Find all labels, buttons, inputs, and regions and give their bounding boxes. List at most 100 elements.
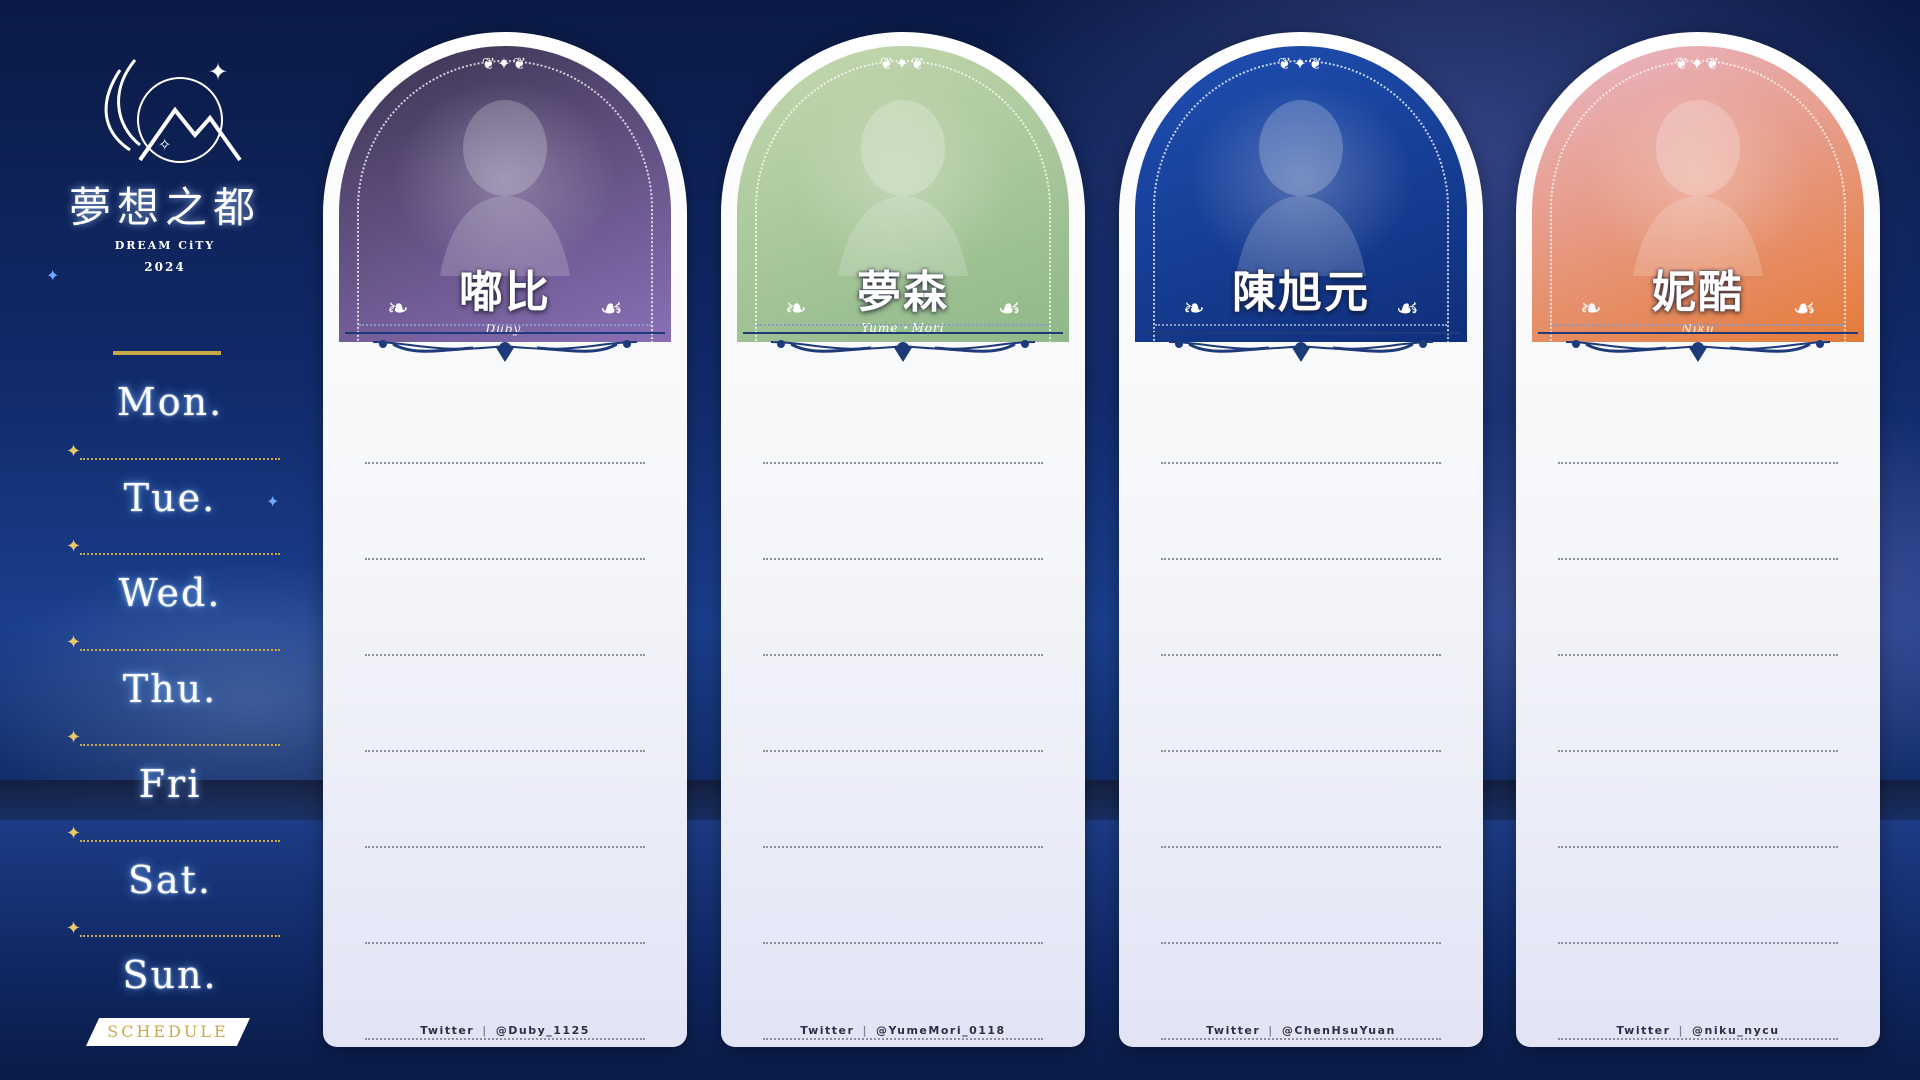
dotted-separator: ✦ xyxy=(66,632,280,653)
talent-portrait: ❦✦❦ ❧ ☙ 嘟比 Duby. xyxy=(339,46,671,342)
dotted-separator: ✦ xyxy=(66,727,280,748)
schedule-row xyxy=(1161,656,1441,752)
twitter-handle[interactable]: @niku_nycu xyxy=(1692,1024,1780,1037)
twitter-separator: | xyxy=(1268,1024,1274,1037)
schedule-row xyxy=(763,464,1043,560)
twitter-label: Twitter xyxy=(1206,1024,1261,1037)
twitter-line: Twitter | @ChenHsuYuan xyxy=(1119,1024,1483,1037)
scroll-ornament-icon xyxy=(770,340,1036,362)
schedule-row xyxy=(1161,848,1441,944)
schedule-rows xyxy=(763,368,1043,1040)
schedule-row xyxy=(1558,560,1838,656)
star-icon: ✦ xyxy=(66,918,82,939)
talent-name: 陳旭元 xyxy=(1232,267,1370,318)
twitter-handle[interactable]: @YumeMori_0118 xyxy=(876,1024,1006,1037)
dotted-divider xyxy=(1155,324,1447,326)
logo-title: 夢想之都 xyxy=(68,183,261,232)
star-icon: ✦ xyxy=(66,631,82,653)
day-label: Tue. xyxy=(123,475,217,520)
twitter-line: Twitter | @YumeMori_0118 xyxy=(721,1024,1085,1037)
star-icon: ✦ xyxy=(66,822,82,844)
twitter-line: Twitter | @Duby_1125 xyxy=(323,1024,687,1037)
talent-portrait: ❦✦❦ ❧ ☙ 妮酷 Niku xyxy=(1532,46,1864,342)
character-silhouette-icon xyxy=(1236,100,1366,276)
twitter-handle[interactable]: @Duby_1125 xyxy=(496,1024,590,1037)
schedule-row xyxy=(1161,560,1441,656)
talent-name: 夢森 xyxy=(857,267,949,318)
tiara-icon: ❦✦❦ xyxy=(1674,54,1722,73)
svg-text:✧: ✧ xyxy=(158,135,171,154)
day-label: Thu. xyxy=(122,666,218,711)
dotted-separator: ✦ xyxy=(66,823,280,844)
schedule-row xyxy=(1558,752,1838,848)
day-row-thu: Thu. ✦ xyxy=(60,655,280,751)
schedule-row xyxy=(365,752,645,848)
twitter-line: Twitter | @niku_nycu xyxy=(1516,1024,1880,1037)
day-label: Sat. xyxy=(127,857,213,902)
divider-line xyxy=(1141,332,1461,334)
schedule-row xyxy=(1558,368,1838,464)
divider-line xyxy=(345,332,665,334)
day-label: Fri xyxy=(138,762,202,806)
talent-name: 妮酷 xyxy=(1652,267,1744,318)
day-label: Mon. xyxy=(116,380,224,424)
tiara-icon: ❦✦❦ xyxy=(1277,54,1325,73)
schedule-row xyxy=(763,368,1043,464)
schedule-badge: SCHEDULE xyxy=(86,1018,250,1046)
schedule-rows xyxy=(1161,368,1441,1040)
day-label: Sun. xyxy=(122,953,218,997)
scroll-ornament-icon xyxy=(1565,340,1831,362)
schedule-row xyxy=(763,560,1043,656)
talent-card: ❦✦❦ ❧ ☙ 陳旭元 Twitter | @ChenHsuYuan xyxy=(1119,32,1483,1047)
dotted-divider xyxy=(757,324,1049,326)
scroll-ornament-icon xyxy=(372,340,638,362)
talent-card: ❦✦❦ ❧ ☙ 嘟比 Duby. Twitter | @Duby_1125 xyxy=(323,32,687,1047)
talent-portrait: ❦✦❦ ❧ ☙ 夢森 Yume・Mori xyxy=(737,46,1069,342)
schedule-rows xyxy=(365,368,645,1040)
star-icon: ✦ xyxy=(66,440,82,462)
schedule-row xyxy=(1161,752,1441,848)
schedule-row xyxy=(763,752,1043,848)
schedule-row xyxy=(365,656,645,752)
day-label: Wed. xyxy=(118,571,222,615)
tiara-icon: ❦✦❦ xyxy=(481,54,529,73)
day-row-fri: Fri ✦ xyxy=(60,750,280,846)
twitter-handle[interactable]: @ChenHsuYuan xyxy=(1282,1024,1396,1037)
mountain-emblem-icon: ✦ ✧ xyxy=(104,58,242,163)
talent-card: ❦✦❦ ❧ ☙ 夢森 Yume・Mori Twitter | @YumeMori_0118 xyxy=(721,32,1085,1047)
day-row-mon: Mon. ✦ xyxy=(60,368,280,464)
schedule-row xyxy=(763,656,1043,752)
schedule-row xyxy=(365,368,645,464)
schedule-row xyxy=(763,848,1043,944)
talent-portrait: ❦✦❦ ❧ ☙ 陳旭元 xyxy=(1135,46,1467,342)
scroll-ornament-icon xyxy=(1168,340,1434,362)
schedule-row xyxy=(1558,464,1838,560)
character-silhouette-icon xyxy=(1633,100,1763,276)
dream-city-logo: ✦ ✧ 夢想之都 DREAM CiTY 2024 xyxy=(55,50,275,310)
schedule-row xyxy=(1161,368,1441,464)
talent-card: ❦✦❦ ❧ ☙ 妮酷 Niku Twitter | @niku_nycu xyxy=(1516,32,1880,1047)
logo-subtitle: DREAM CiTY xyxy=(114,239,216,252)
dotted-divider xyxy=(359,324,651,326)
schedule-row xyxy=(1161,464,1441,560)
tiara-icon: ❦✦❦ xyxy=(879,54,927,73)
divider-line xyxy=(1538,332,1858,334)
twitter-separator: | xyxy=(482,1024,488,1037)
talent-name: 嘟比 xyxy=(459,267,551,318)
dotted-separator: ✦ xyxy=(66,441,280,462)
twitter-label: Twitter xyxy=(420,1024,475,1037)
schedule-row xyxy=(1558,656,1838,752)
dotted-separator: ✦ xyxy=(66,918,280,939)
star-icon: ✦ xyxy=(66,727,82,748)
svg-text:✦: ✦ xyxy=(208,58,228,86)
character-silhouette-icon xyxy=(440,100,570,276)
schedule-rows xyxy=(1558,368,1838,1040)
star-icon: ✦ xyxy=(66,536,82,557)
logo-year: 2024 xyxy=(144,260,186,274)
dotted-divider xyxy=(1552,324,1844,326)
twitter-separator: | xyxy=(1678,1024,1685,1037)
gold-divider xyxy=(113,351,221,355)
twitter-label: Twitter xyxy=(1616,1024,1671,1037)
day-row-tue: Tue. ✦ xyxy=(60,464,280,560)
schedule-row xyxy=(365,848,645,944)
